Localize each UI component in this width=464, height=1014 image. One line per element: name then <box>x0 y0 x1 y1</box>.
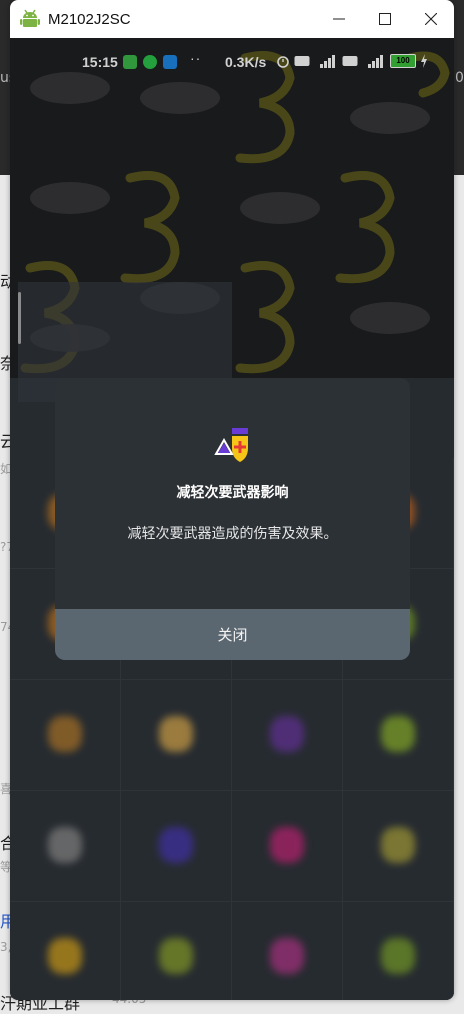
android-icon <box>20 8 40 30</box>
window-controls <box>316 0 454 38</box>
maximize-button[interactable] <box>362 0 408 38</box>
minimize-icon <box>333 18 345 20</box>
sub-resistance-ability-icon <box>214 428 248 462</box>
dialog-title: 减轻次要武器影响 <box>176 485 289 501</box>
background-text: 0 <box>455 70 464 86</box>
minimize-button[interactable] <box>316 0 362 38</box>
close-window-button[interactable] <box>408 0 454 38</box>
close-dialog-button[interactable]: 关闭 <box>55 609 410 660</box>
close-icon <box>425 13 437 25</box>
emulator-window: M2102J2SC 15:15 ·· 0.3K/s 100 减轻次要武器影响 减… <box>10 0 454 1000</box>
maximize-icon <box>379 13 391 25</box>
dialog-description: 减轻次要武器造成的伤害及效果。 <box>127 526 338 542</box>
window-titlebar[interactable]: M2102J2SC <box>10 0 454 38</box>
ability-info-dialog: 减轻次要武器影响 减轻次要武器造成的伤害及效果。 关闭 <box>55 378 410 660</box>
phone-screen: 15:15 ·· 0.3K/s 100 减轻次要武器影响 减轻次要武器造成的伤害… <box>10 38 454 1000</box>
window-title: M2102J2SC <box>48 10 131 28</box>
